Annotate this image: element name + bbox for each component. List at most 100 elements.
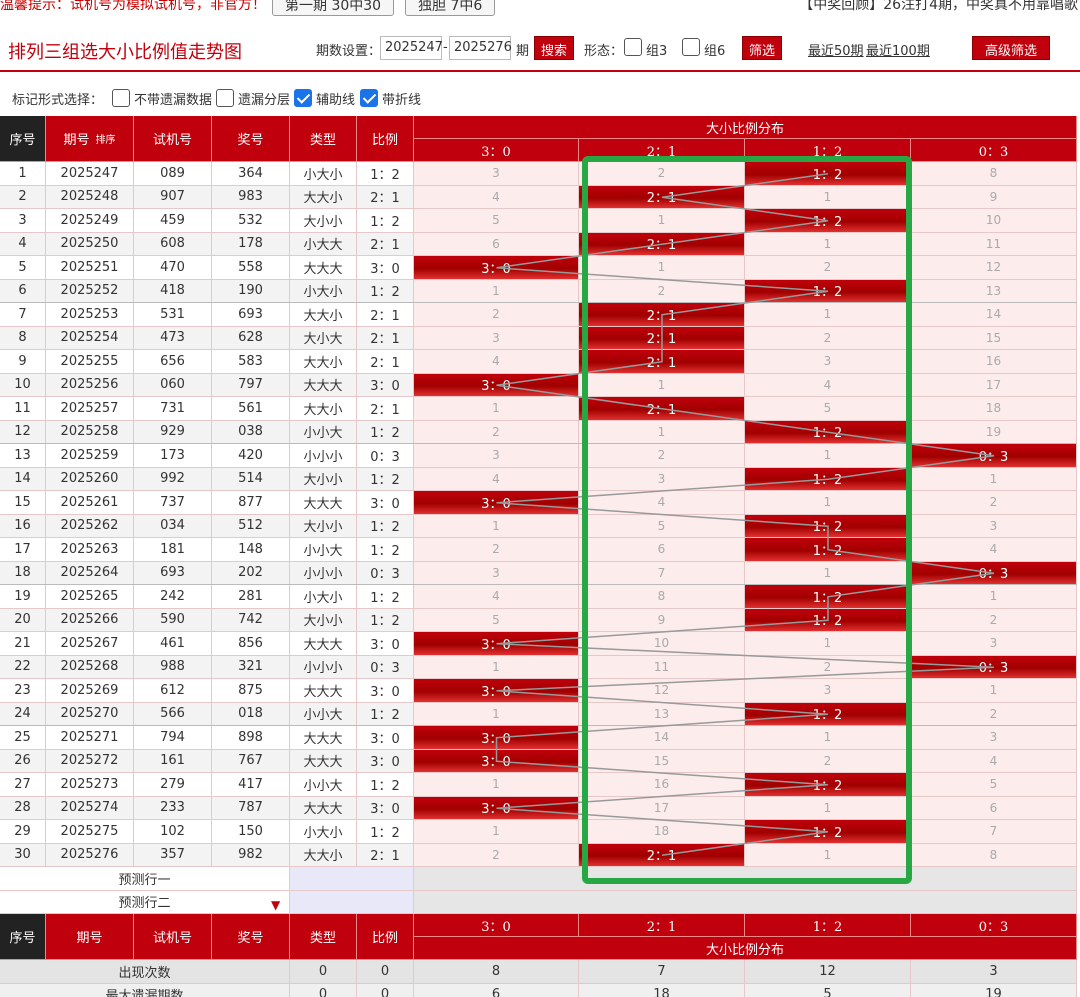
predict-row-2-dist[interactable] — [414, 890, 1077, 914]
group6-checkbox[interactable] — [682, 38, 700, 56]
miss-count: 1 — [745, 843, 911, 867]
row-issue: 2025260 — [46, 467, 134, 491]
row-seq: 21 — [0, 632, 46, 656]
row-trial: 566 — [134, 702, 212, 726]
row-prize: 202 — [212, 561, 290, 585]
row-issue: 2025263 — [46, 538, 134, 562]
row-prize: 983 — [212, 185, 290, 209]
row-issue: 2025276 — [46, 843, 134, 867]
miss-count: 15 — [579, 749, 745, 773]
sort-label[interactable]: 排序 — [96, 131, 116, 146]
review-link[interactable]: 【中奖回顾】26注打4期，中奖真不用靠唱歌 — [799, 0, 1078, 14]
row-seq: 7 — [0, 303, 46, 327]
miss-count: 9 — [911, 185, 1077, 209]
hit-ball: 1：2 — [745, 467, 911, 491]
miss-count: 13 — [579, 702, 745, 726]
no-miss-data-checkbox[interactable] — [112, 89, 130, 107]
miss-count: 3 — [414, 162, 579, 186]
row-prize: 190 — [212, 279, 290, 303]
miss-count: 5 — [414, 608, 579, 632]
miss-count: 1 — [579, 420, 745, 444]
predict-row-2[interactable]: 预测行二 — [0, 890, 290, 914]
stat-maxmiss-value: 18 — [579, 983, 745, 997]
miss-count: 2 — [414, 420, 579, 444]
hit-ball: 3：0 — [414, 796, 579, 820]
row-seq: 8 — [0, 326, 46, 350]
miss-count: 1 — [745, 303, 911, 327]
miss-count: 1 — [414, 514, 579, 538]
miss-count: 14 — [579, 726, 745, 750]
row-trial: 060 — [134, 373, 212, 397]
row-type: 大大大 — [290, 632, 357, 656]
advanced-filter-button[interactable]: 高级筛选 — [972, 36, 1050, 60]
miss-count: 2 — [579, 162, 745, 186]
top-bar: 温馨提示：试机号为模拟试机号，非官方！ 第一期 30中30 独胆 7中6 【中奖… — [0, 0, 1080, 18]
row-prize: 693 — [212, 303, 290, 327]
miss-count: 9 — [579, 608, 745, 632]
guide-line-checkbox[interactable] — [294, 89, 312, 107]
filter-button[interactable]: 筛选 — [742, 36, 783, 60]
row-ratio: 1：2 — [357, 514, 414, 538]
row-ratio: 1：2 — [357, 702, 414, 726]
polyline-checkbox[interactable] — [360, 89, 378, 107]
hit-ball: 1：2 — [745, 162, 911, 186]
footer-issue: 期号 — [46, 914, 134, 960]
header-type: 类型 — [290, 116, 357, 162]
predict-row-1-type[interactable] — [290, 867, 414, 891]
recent-100-link[interactable]: 最近100期 — [866, 40, 930, 59]
row-type: 大大大 — [290, 256, 357, 280]
row-type: 大大大 — [290, 796, 357, 820]
row-type: 大小大 — [290, 326, 357, 350]
row-trial: 992 — [134, 467, 212, 491]
row-seq: 2 — [0, 185, 46, 209]
group3-checkbox[interactable] — [624, 38, 642, 56]
hit-ball: 3：0 — [414, 491, 579, 515]
row-issue: 2025248 — [46, 185, 134, 209]
end-period-input[interactable]: 2025276 — [449, 36, 512, 60]
hit-ball: 1：2 — [745, 420, 911, 444]
footer-seq: 序号 — [0, 914, 46, 960]
stat-appear-value: 12 — [745, 960, 911, 984]
miss-count: 2 — [414, 538, 579, 562]
row-type: 大大大 — [290, 373, 357, 397]
miss-layer-checkbox[interactable] — [216, 89, 234, 107]
recent-50-link[interactable]: 最近50期 — [808, 40, 864, 59]
row-seq: 9 — [0, 350, 46, 374]
miss-count: 2 — [911, 491, 1077, 515]
row-type: 大大小 — [290, 397, 357, 421]
row-seq: 19 — [0, 585, 46, 609]
row-trial: 279 — [134, 773, 212, 797]
miss-count: 5 — [579, 514, 745, 538]
row-prize: 877 — [212, 491, 290, 515]
miss-count: 3 — [414, 326, 579, 350]
miss-count: 1 — [414, 773, 579, 797]
start-period-input[interactable]: 2025247 — [380, 36, 443, 60]
single-bile-button[interactable]: 独胆 7中6 — [405, 0, 496, 16]
row-ratio: 3：0 — [357, 796, 414, 820]
miss-count: 5 — [745, 397, 911, 421]
predict-row-1[interactable]: 预测行一 — [0, 867, 290, 891]
guide-line-label: 辅助线 — [316, 93, 356, 108]
hit-ball: 3：0 — [414, 749, 579, 773]
row-prize: 767 — [212, 749, 290, 773]
predict-row-2-type[interactable] — [290, 890, 414, 914]
miss-count: 1 — [745, 491, 911, 515]
row-seq: 12 — [0, 420, 46, 444]
miss-count: 1 — [579, 209, 745, 233]
header-issue[interactable]: 期号 排序 — [46, 116, 134, 162]
first-period-button[interactable]: 第一期 30中30 — [272, 0, 395, 16]
miss-count: 3 — [911, 514, 1077, 538]
row-ratio: 0：3 — [357, 444, 414, 468]
search-button[interactable]: 搜索 — [534, 36, 575, 60]
row-seq: 29 — [0, 820, 46, 844]
hit-ball: 2：1 — [579, 232, 745, 256]
row-seq: 14 — [0, 467, 46, 491]
row-prize: 898 — [212, 726, 290, 750]
row-trial: 608 — [134, 232, 212, 256]
row-trial: 459 — [134, 209, 212, 233]
mark-options-bar: 标记形式选择： 不带遗漏数据 遗漏分层 辅助线 带折线 — [0, 84, 1080, 112]
predict-row-1-dist[interactable] — [414, 867, 1077, 891]
miss-count: 3 — [579, 467, 745, 491]
miss-count: 11 — [911, 232, 1077, 256]
hit-ball: 0：3 — [911, 444, 1077, 468]
